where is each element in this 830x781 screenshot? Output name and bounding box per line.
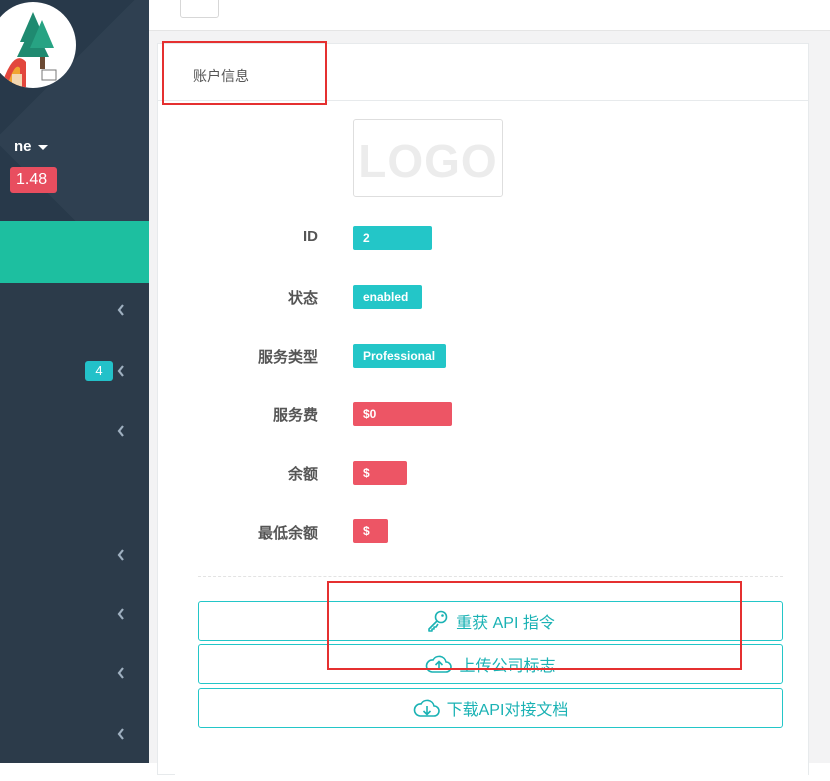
logo-placeholder-text: LOGO <box>358 135 498 187</box>
top-toggle-button[interactable] <box>180 0 219 18</box>
field-label-service-type: 服务类型 <box>257 349 318 366</box>
cloud-download-icon <box>413 699 440 717</box>
chevron-left-icon[interactable] <box>116 548 126 562</box>
download-doc-button[interactable]: 下载API对接文档 <box>198 688 783 728</box>
regen-api-button[interactable]: 重获 API 指令 <box>198 601 783 641</box>
nav-count-badge: 4 <box>85 361 113 381</box>
panel-header: 账户信息 <box>158 44 808 101</box>
download-doc-label: 下载API对接文档 <box>446 702 569 719</box>
username-label: ne <box>14 138 32 155</box>
chevron-left-icon[interactable] <box>116 303 126 317</box>
chevron-left-icon[interactable] <box>116 424 126 438</box>
chevron-left-icon[interactable] <box>116 727 126 741</box>
chevron-left-icon[interactable] <box>116 364 126 378</box>
upload-logo-label: 上传公司标志 <box>459 658 556 675</box>
caret-down-icon <box>37 144 48 150</box>
key-icon <box>428 610 448 632</box>
field-label-balance: 余额 <box>287 466 318 483</box>
top-bar <box>149 0 830 31</box>
sidebar: ne 1.48 4 <box>0 0 149 763</box>
field-label-id: ID <box>303 228 318 245</box>
field-value-service-type: Professional <box>353 344 446 368</box>
chevron-left-icon[interactable] <box>116 666 126 680</box>
field-value-status: enabled <box>353 285 422 309</box>
field-value-service-fee: $0 <box>353 402 452 426</box>
field-value-balance: $ <box>353 461 407 485</box>
field-label-min-balance: 最低余额 <box>257 525 318 542</box>
username-dropdown[interactable]: ne <box>14 138 48 155</box>
field-label-service-fee: 服务费 <box>272 407 318 424</box>
cloud-upload-icon <box>426 655 453 673</box>
chevron-left-icon[interactable] <box>116 607 126 621</box>
field-value-id: 2 <box>353 226 432 250</box>
company-logo: LOGO <box>353 119 503 197</box>
divider <box>198 576 783 577</box>
field-label-status: 状态 <box>287 290 318 307</box>
regen-api-label: 重获 API 指令 <box>456 615 555 632</box>
upload-logo-button[interactable]: 上传公司标志 <box>198 644 783 684</box>
profile-panel: ne 1.48 <box>0 0 149 221</box>
sidebar-item-active[interactable] <box>0 221 149 283</box>
panel-title: 账户信息 <box>193 68 249 84</box>
balance-badge: 1.48 <box>10 167 58 193</box>
field-value-min-balance: $ <box>353 519 388 543</box>
